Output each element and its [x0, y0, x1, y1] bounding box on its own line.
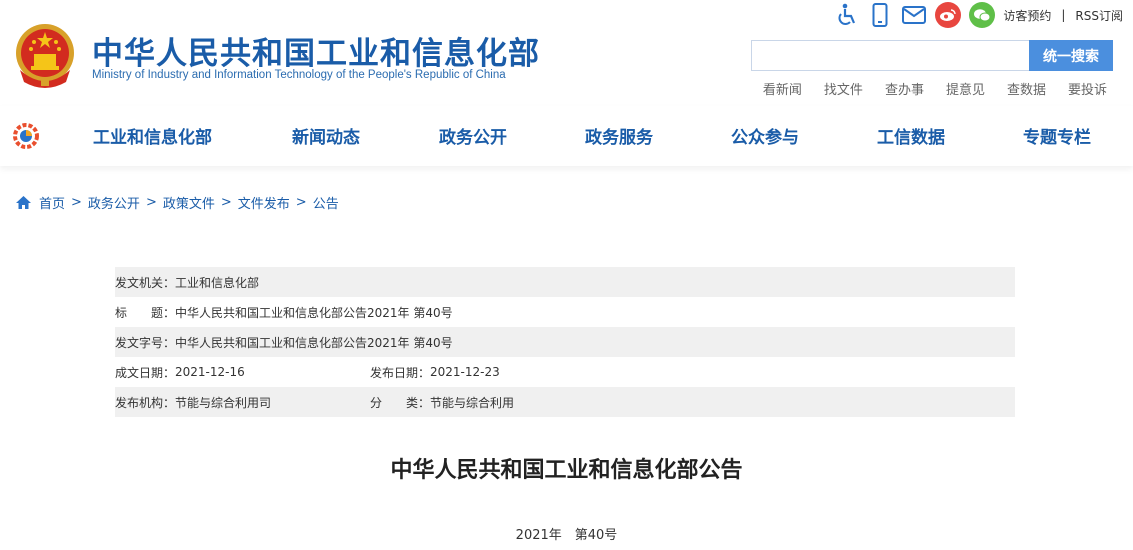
- site-subtitle: Ministry of Industry and Information Tec…: [92, 69, 506, 81]
- national-emblem-icon[interactable]: [14, 22, 76, 88]
- publish-date-value: 2021-12-23: [430, 365, 500, 379]
- nav-item-ministry[interactable]: 工业和信息化部: [93, 123, 212, 148]
- quick-links: 看新闻 找文件 查办事 提意见 查数据 要投诉: [741, 79, 1107, 98]
- site-title[interactable]: 中华人民共和国工业和信息化部: [92, 28, 540, 73]
- breadcrumb-announcement[interactable]: 公告: [313, 193, 339, 212]
- title-label: 标 题：: [115, 305, 176, 320]
- nav-item-special-topics[interactable]: 专题专栏: [1023, 123, 1091, 148]
- quick-link-news[interactable]: 看新闻: [763, 79, 802, 98]
- doc-number-label: 发文字号：: [115, 335, 176, 350]
- main-nav: 工业和信息化部 新闻动态 政务公开 政务服务 公众参与 工信数据 专题专栏: [0, 106, 1133, 166]
- site-header: 中华人民共和国工业和信息化部 Ministry of Industry and …: [0, 0, 1133, 106]
- breadcrumb-separator: >: [145, 195, 157, 210]
- wechat-icon[interactable]: [969, 2, 996, 28]
- accessibility-icon[interactable]: [833, 2, 859, 28]
- org-label: 发布机构：: [115, 395, 176, 410]
- category-cell: 分 类： 节能与综合利用: [370, 394, 514, 411]
- breadcrumb-policy-files[interactable]: 政策文件: [163, 193, 215, 212]
- category-label: 分 类：: [370, 395, 431, 410]
- written-date-label: 成文日期：: [115, 365, 176, 380]
- nav-item-gov-services[interactable]: 政务服务: [585, 123, 653, 148]
- org-cell: 发布机构： 节能与综合利用司: [115, 394, 271, 411]
- miit-gear-logo-icon[interactable]: [12, 122, 42, 150]
- toolbar-separator: |: [1061, 8, 1066, 22]
- document-number: 2021年 第40号: [515, 528, 618, 543]
- breadcrumb-file-release[interactable]: 文件发布: [238, 193, 290, 212]
- visitor-booking-link[interactable]: 访客预约: [1003, 7, 1051, 24]
- info-row-dates: 成文日期： 2021-12-16 发布日期： 2021-12-23: [115, 357, 1015, 387]
- top-toolbar: 访客预约 | RSS订阅: [833, 2, 1123, 28]
- breadcrumb-separator: >: [220, 195, 232, 210]
- mail-icon[interactable]: [901, 2, 927, 28]
- quick-link-services[interactable]: 查办事: [885, 79, 924, 98]
- quick-link-files[interactable]: 找文件: [824, 79, 863, 98]
- breadcrumb-gov-affairs[interactable]: 政务公开: [88, 193, 140, 212]
- quick-link-feedback[interactable]: 提意见: [946, 79, 985, 98]
- issuer-value: 工业和信息化部: [175, 275, 260, 290]
- written-date-cell: 成文日期： 2021-12-16: [115, 364, 245, 381]
- search-box: 统一搜索: [751, 40, 1113, 71]
- home-icon[interactable]: [15, 195, 32, 210]
- info-row-issuer: 发文机关： 工业和信息化部: [115, 267, 1015, 297]
- breadcrumb-separator: >: [295, 195, 307, 210]
- breadcrumb-home[interactable]: 首页: [39, 193, 65, 212]
- nav-item-data[interactable]: 工信数据: [877, 123, 945, 148]
- rss-link[interactable]: RSS订阅: [1075, 7, 1123, 24]
- document-info-table: 发文机关： 工业和信息化部 标 题： 中华人民共和国工业和信息化部公告2021年…: [115, 267, 1015, 417]
- document-title: 中华人民共和国工业和信息化部公告: [390, 458, 743, 483]
- title-value: 中华人民共和国工业和信息化部公告2021年 第40号: [175, 305, 453, 320]
- doc-number-value: 中华人民共和国工业和信息化部公告2021年 第40号: [175, 335, 453, 350]
- search-input[interactable]: [752, 41, 1028, 70]
- breadcrumb: 首页 > 政务公开 > 政策文件 > 文件发布 > 公告: [15, 193, 339, 212]
- info-row-org-category: 发布机构： 节能与综合利用司 分 类： 节能与综合利用: [115, 387, 1015, 417]
- info-row-doc-number: 发文字号： 中华人民共和国工业和信息化部公告2021年 第40号: [115, 327, 1015, 357]
- org-value: 节能与综合利用司: [175, 395, 272, 410]
- breadcrumb-separator: >: [71, 195, 82, 210]
- info-row-title: 标 题： 中华人民共和国工业和信息化部公告2021年 第40号: [115, 297, 1015, 327]
- quick-link-complaint[interactable]: 要投诉: [1068, 79, 1107, 98]
- issuer-label: 发文机关：: [115, 275, 176, 290]
- mobile-icon[interactable]: [867, 2, 893, 28]
- weibo-icon[interactable]: [935, 2, 962, 28]
- nav-item-public-participation[interactable]: 公众参与: [731, 123, 799, 148]
- written-date-value: 2021-12-16: [175, 365, 245, 379]
- unified-search-button[interactable]: 统一搜索: [1029, 40, 1113, 71]
- nav-item-news[interactable]: 新闻动态: [292, 123, 360, 148]
- category-value: 节能与综合利用: [430, 395, 515, 410]
- quick-link-data[interactable]: 查数据: [1007, 79, 1046, 98]
- publish-date-cell: 发布日期： 2021-12-23: [370, 364, 500, 381]
- publish-date-label: 发布日期：: [370, 365, 431, 380]
- nav-item-gov-affairs[interactable]: 政务公开: [439, 123, 507, 148]
